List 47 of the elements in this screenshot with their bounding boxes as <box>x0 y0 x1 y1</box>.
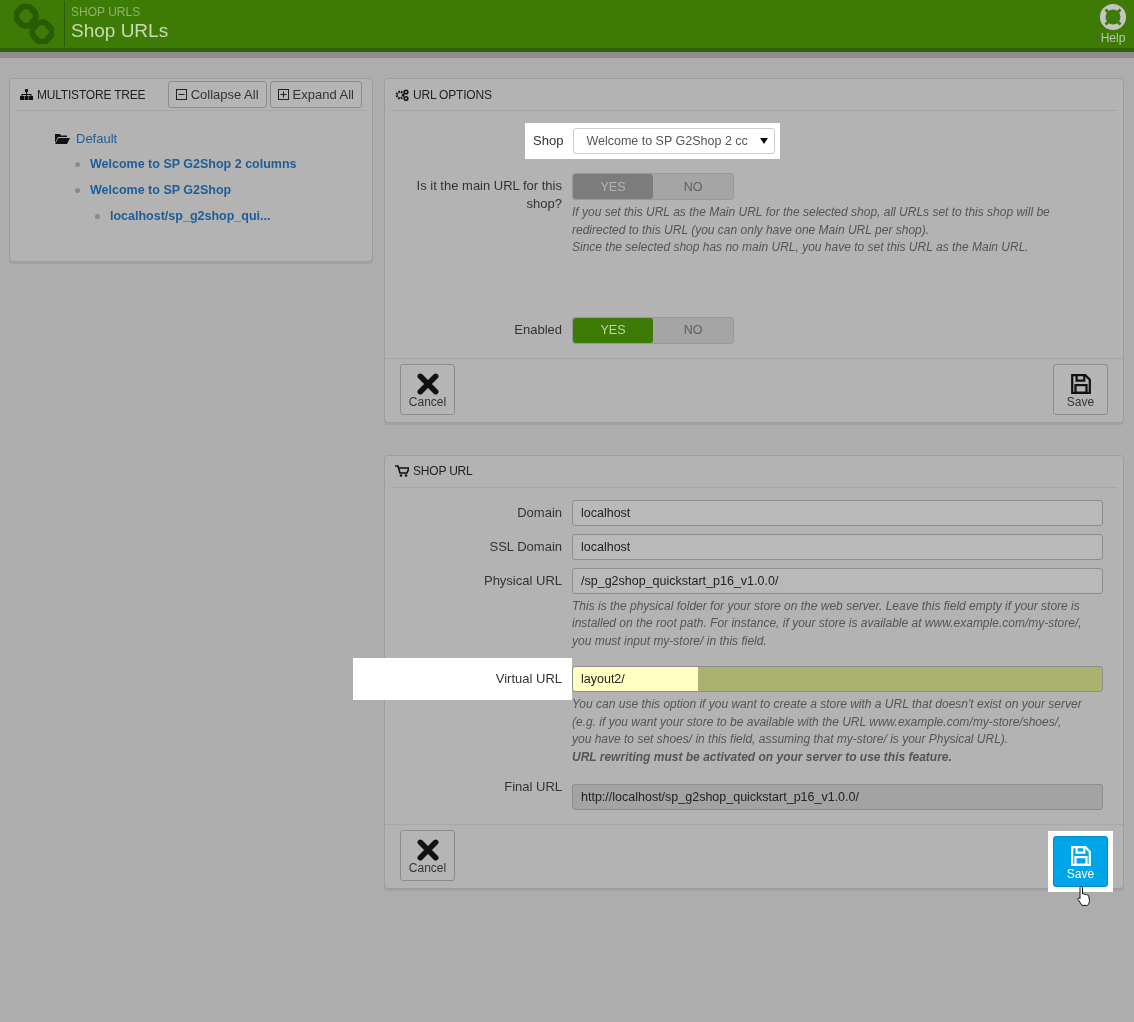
input-field[interactable]: localhost <box>572 533 1103 560</box>
input-field[interactable]: localhost <box>572 499 1103 526</box>
help-text: If you set this URL as the Main URL for the selected shop, all URLs set to this shop will be redirected to this URL (you can only have one Main URL per shop). <box>572 204 1051 239</box>
close-icon <box>416 839 439 861</box>
panel-title: URL OPTIONS <box>413 87 492 102</box>
bullet-icon <box>75 187 80 193</box>
lifebuoy-icon <box>1098 3 1128 31</box>
input-field[interactable]: /sp_g2shop_quickstart_p16_v1.0.0/ <box>572 567 1103 594</box>
minus-square-icon <box>175 89 187 100</box>
field-label: Shop <box>533 132 564 150</box>
tree-item[interactable]: Welcome to SP G2Shop <box>90 183 232 197</box>
page-title: Shop URLs <box>71 19 169 43</box>
tree-item[interactable]: Default <box>76 130 118 146</box>
field-label: Virtual URL <box>495 670 562 688</box>
panel-title: SHOP URL <box>413 464 473 478</box>
tree-item[interactable]: Welcome to SP G2Shop 2 columns <box>90 157 297 171</box>
cancel-button[interactable]: Cancel <box>400 830 455 881</box>
link-chain-icon <box>14 4 54 44</box>
expand-all-button[interactable]: Expand All <box>269 81 362 108</box>
field-label: Enabled <box>514 320 562 339</box>
save-button[interactable]: Save <box>1053 363 1108 415</box>
help-text: You can use this option if you want to create a store with a URL that doesn't exist on your server (e.g. if you want your store to be available with the URL www.example.com/my-store/shoes/, you have to set shoes/ in this field, assuming that my-store/ is your Physical URL). <box>572 696 1083 748</box>
field-label: Final URL <box>504 778 562 796</box>
sitemap-icon <box>20 89 33 100</box>
cart-icon <box>395 465 409 477</box>
field-label: Is it the main URL for this shop? <box>415 177 562 213</box>
folder-icon <box>55 132 70 144</box>
panel-title: MULTISTORE TREE <box>37 87 146 102</box>
input-field[interactable]: layout2/ <box>572 666 1103 692</box>
help-text: This is the physical folder for your store on the web server. Leave this field empty if your store is installed on the root path. For instance, if your store is available at www.example.com/my-store/, you must input my-store/ in this field. <box>572 597 1083 650</box>
readonly-field: http://localhost/sp_g2shop_quickstart_p16_v1.0.0/ <box>572 784 1103 810</box>
help-text: URL rewriting must be activated on your server to use this feature. <box>572 748 953 766</box>
breadcrumb: SHOP URLS <box>71 5 142 19</box>
field-label: Physical URL <box>483 571 562 590</box>
toggle-option[interactable]: YES <box>573 317 653 343</box>
field-label: SSL Domain <box>489 537 562 556</box>
tree-item[interactable]: localhost/sp_g2shop_qui... <box>110 209 271 223</box>
collapse-all-button[interactable]: Collapse All <box>167 81 267 108</box>
bullet-icon <box>95 213 100 219</box>
shop-dropdown[interactable]: Welcome to SP G2Shop 2 cc <box>573 128 776 154</box>
cancel-button[interactable]: Cancel <box>400 363 455 415</box>
close-icon <box>416 372 439 395</box>
field-label: Domain <box>517 503 562 522</box>
caret-icon <box>760 138 769 144</box>
plus-square-icon <box>277 89 289 100</box>
help-text: Since the selected shop has no main URL, you have to set this URL as the Main URL. <box>572 239 1030 256</box>
bullet-icon <box>75 161 80 167</box>
